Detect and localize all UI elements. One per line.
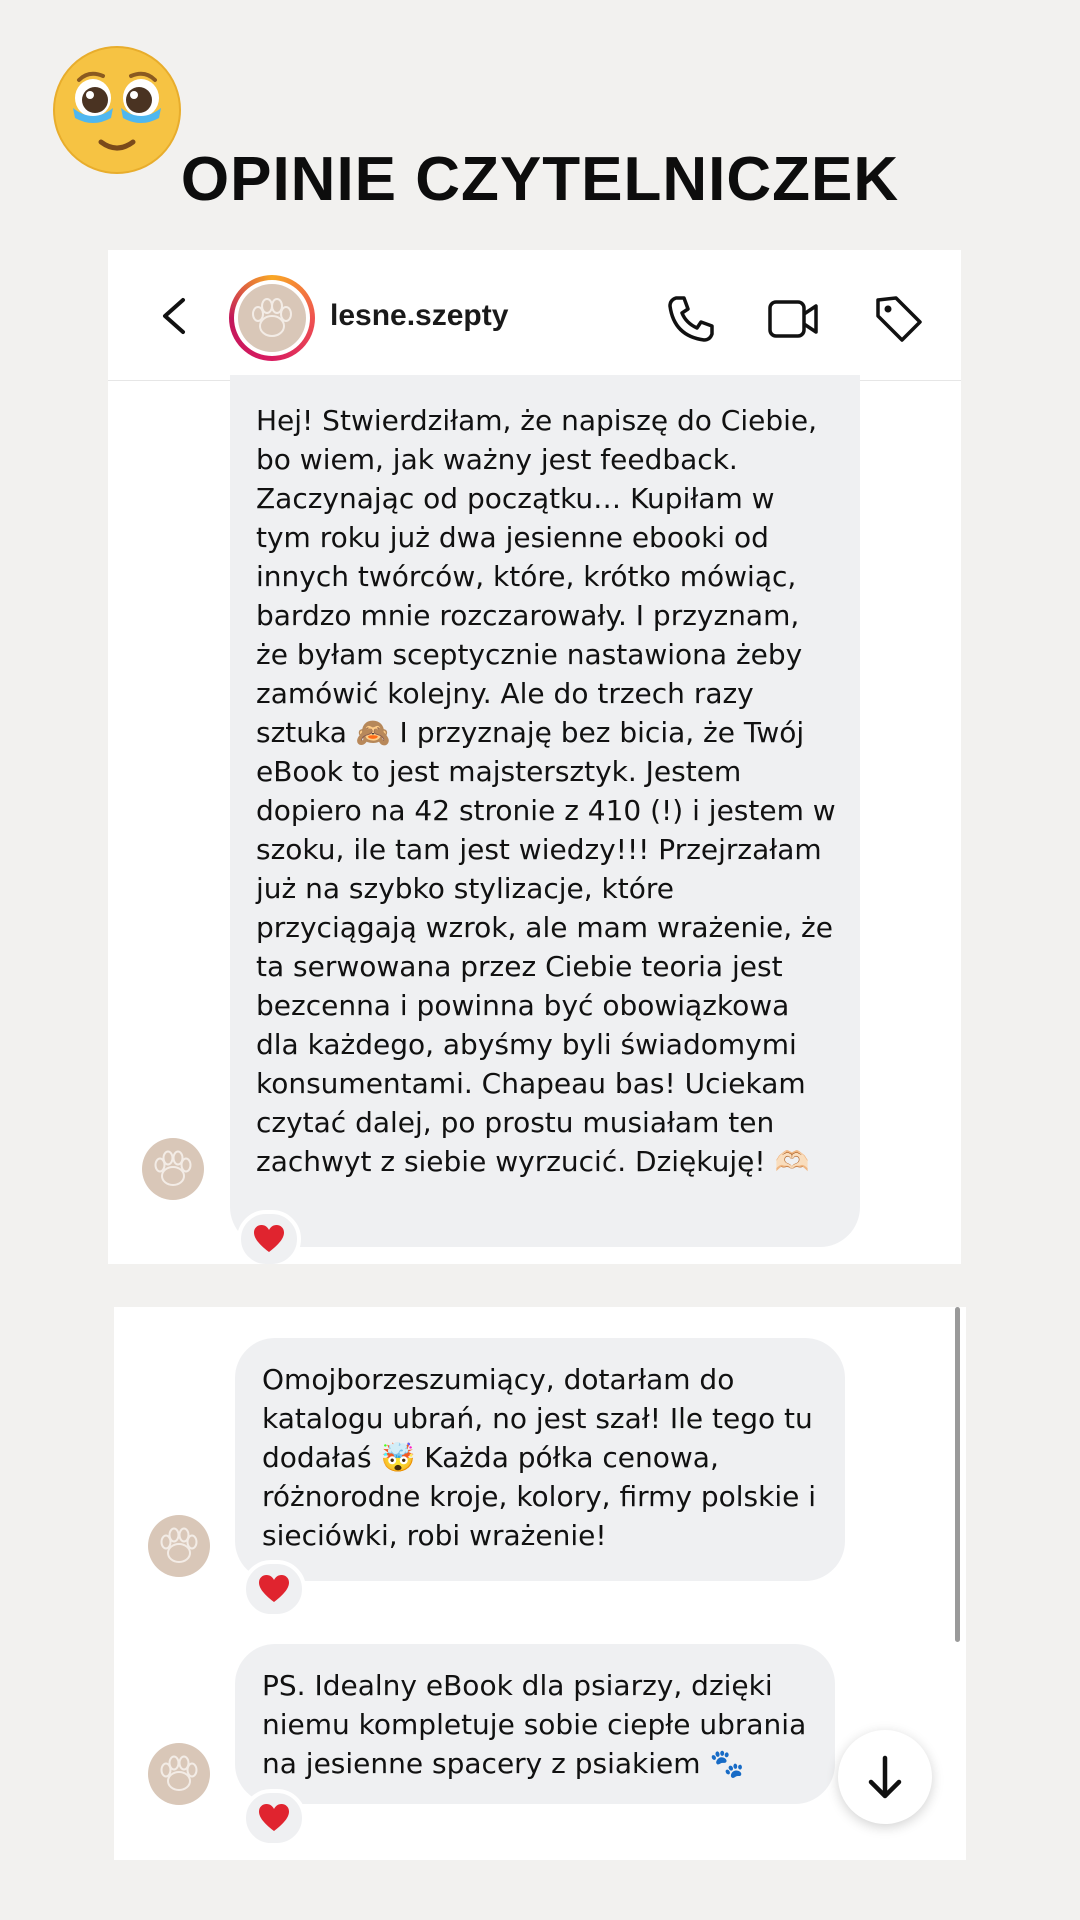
paw-avatar-icon xyxy=(148,1515,210,1577)
red-heart-icon xyxy=(254,1225,284,1252)
phone-icon[interactable] xyxy=(664,292,718,346)
message-bubble: Omojborzeszumiący, dotarłam do katalogu … xyxy=(235,1338,845,1581)
paw-avatar-icon xyxy=(142,1138,204,1200)
username[interactable]: lesne.szepty xyxy=(330,298,508,334)
dm-header: lesne.szepty xyxy=(108,250,961,381)
dm-screenshot-2: Omojborzeszumiący, dotarłam do katalogu … xyxy=(114,1307,966,1860)
dm-screenshot-1: lesne.szepty Hej! Stwierdziłam, że napis… xyxy=(108,250,961,1264)
scrollbar[interactable] xyxy=(955,1307,960,1642)
page-title: OPINIE CZYTELNICZEK xyxy=(180,145,900,214)
reaction-badge[interactable] xyxy=(242,1560,306,1618)
avatar[interactable] xyxy=(229,275,315,361)
message-bubble: Hej! Stwierdziłam, że napiszę do Ciebie,… xyxy=(230,375,860,1247)
back-icon[interactable] xyxy=(155,294,195,338)
red-heart-icon xyxy=(259,1804,289,1831)
scroll-down-button[interactable] xyxy=(838,1730,932,1824)
tag-icon[interactable] xyxy=(872,292,926,346)
paw-avatar-icon xyxy=(238,284,306,352)
reaction-badge[interactable] xyxy=(242,1789,306,1847)
message-bubble: PS. Idealny eBook dla psiarzy, dzięki ni… xyxy=(235,1644,835,1804)
red-heart-icon xyxy=(259,1575,289,1602)
arrow-down-icon xyxy=(868,1755,902,1799)
video-camera-icon[interactable] xyxy=(766,292,820,346)
reaction-badge[interactable] xyxy=(237,1210,301,1264)
paw-avatar-icon xyxy=(148,1743,210,1805)
